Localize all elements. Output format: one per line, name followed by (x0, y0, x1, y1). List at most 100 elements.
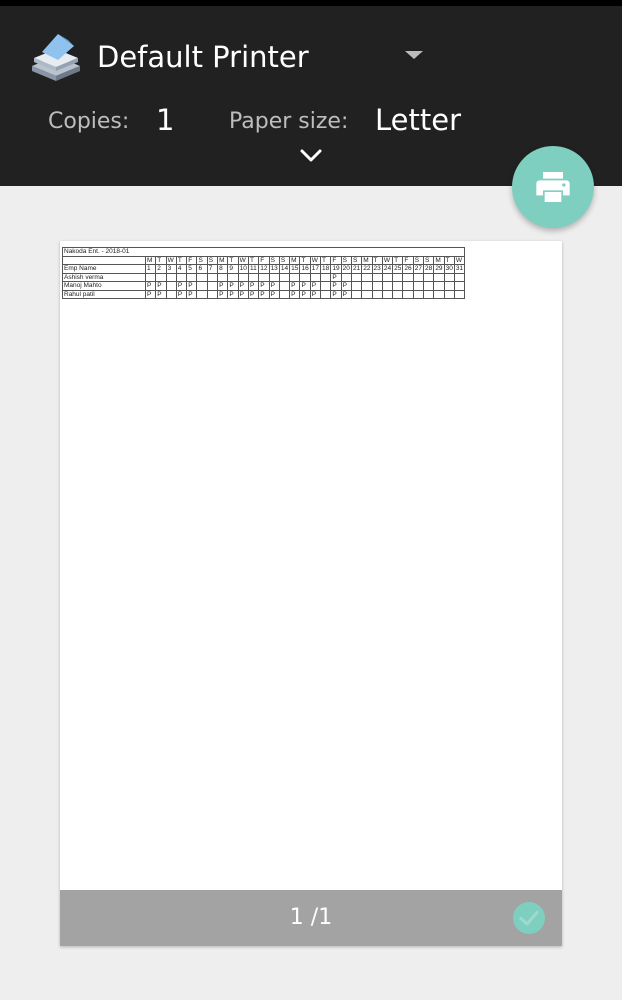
day-number-cell: 15 (289, 264, 301, 274)
weekday-cell: W (381, 255, 394, 265)
attendance-mark (453, 272, 466, 282)
attendance-mark (381, 272, 394, 282)
page-preview[interactable]: Nakoda Ent. - 2018-01 M T W T F S S M T W T F S S M T W T F… (60, 241, 562, 946)
weekday-cell: F (330, 255, 342, 265)
attendance-mark: P (330, 281, 342, 291)
weekday-cell: F (402, 255, 414, 265)
weekday-cell: W (237, 255, 249, 265)
attendance-mark (443, 281, 455, 291)
attendance-mark (392, 281, 404, 291)
attendance-mark (423, 289, 435, 299)
weekday-cell: M (361, 255, 373, 265)
weekday-cell: M (289, 255, 301, 265)
weekday-cell: F (258, 255, 270, 265)
attendance-mark (371, 281, 383, 291)
print-button[interactable] (512, 146, 594, 228)
weekday-cell: W (453, 255, 466, 265)
check-circle-icon[interactable] (512, 901, 546, 935)
attendance-mark (278, 281, 291, 291)
attendance-mark (289, 272, 301, 282)
employee-row: Manoj Mahto P P P P P P P P P P P P P P P (62, 281, 466, 291)
chevron-down-icon[interactable] (299, 148, 323, 164)
attendance-mark: P (299, 289, 311, 299)
weekday-cell: W (309, 255, 322, 265)
day-number-cell: 5 (186, 264, 198, 274)
copies-field[interactable]: 1 (156, 102, 174, 138)
day-number-cell: 12 (258, 264, 270, 274)
attendance-mark: P (186, 289, 198, 299)
weekday-cell: S (423, 255, 435, 265)
weekday-cell: S (412, 255, 425, 265)
attendance-mark (402, 289, 414, 299)
attendance-mark (412, 281, 425, 291)
day-number-cell: 10 (237, 264, 249, 274)
weekday-cell: F (186, 255, 198, 265)
attendance-mark (371, 289, 383, 299)
paper-size-selector[interactable]: Letter (375, 102, 461, 138)
employee-name: Manoj Mahto (62, 281, 146, 291)
attendance-mark (433, 281, 445, 291)
day-number-cell: 13 (268, 264, 280, 274)
attendance-mark: P (217, 289, 229, 299)
weekday-cell: S (278, 255, 291, 265)
page-counter: 1 /1 (289, 905, 333, 930)
attendance-mark (196, 289, 208, 299)
attendance-mark: P (340, 289, 352, 299)
attendance-mark (361, 289, 373, 299)
day-number-cell: 31 (453, 264, 466, 274)
day-number-cell: 4 (175, 264, 188, 274)
attendance-mark (196, 281, 208, 291)
day-number-cell: 30 (443, 264, 455, 274)
printer-selector[interactable]: Default Printer (97, 39, 309, 75)
employee-name: Ashish verma (62, 272, 146, 282)
attendance-mark: P (268, 289, 280, 299)
copies-label: Copies: (48, 109, 130, 134)
weekday-cell: M (433, 255, 445, 265)
day-number-cell: 9 (227, 264, 239, 274)
paper-size-label: Paper size: (229, 109, 349, 134)
attendance-mark: P (155, 289, 167, 299)
attendance-mark (433, 272, 445, 282)
attendance-mark (237, 272, 249, 282)
day-number-cell: 11 (247, 264, 260, 274)
weekday-cell: T (320, 255, 332, 265)
weekday-cell: T (155, 255, 167, 265)
weekday-cell: S (196, 255, 208, 265)
attendance-mark: P (247, 281, 260, 291)
weekday-cell: T (299, 255, 311, 265)
day-number-cell: 23 (371, 264, 383, 274)
day-number-cell: 8 (217, 264, 229, 274)
attendance-mark (433, 289, 445, 299)
attendance-mark (361, 272, 373, 282)
day-number-cell: 16 (299, 264, 311, 274)
attendance-mark (206, 272, 219, 282)
attendance-mark (412, 289, 425, 299)
attendance-mark (206, 281, 219, 291)
attendance-mark: P (175, 289, 188, 299)
attendance-mark: P (186, 281, 198, 291)
sheet-blank-cell (62, 255, 146, 265)
attendance-sheet-preview: Nakoda Ent. - 2018-01 M T W T F S S M T W T F S S M T W T F… (61, 247, 466, 299)
day-number-cell: 24 (381, 264, 394, 274)
attendance-mark: P (309, 281, 322, 291)
attendance-mark (402, 272, 414, 282)
attendance-mark (144, 272, 157, 282)
weekday-cell: M (217, 255, 229, 265)
weekday-cell: T (175, 255, 188, 265)
attendance-mark: P (309, 289, 322, 299)
print-icon (536, 172, 570, 202)
attendance-mark: P (340, 281, 352, 291)
attendance-mark: P (144, 289, 157, 299)
dropdown-arrow-icon[interactable] (403, 48, 425, 62)
attendance-mark (423, 272, 435, 282)
attendance-mark (165, 281, 177, 291)
employee-name: Rahul patil (62, 289, 146, 299)
attendance-mark: P (258, 281, 270, 291)
attendance-mark: P (144, 281, 157, 291)
attendance-mark: P (237, 281, 249, 291)
day-number-cell: 7 (206, 264, 219, 274)
attendance-mark (453, 289, 466, 299)
attendance-mark (217, 272, 229, 282)
weekday-cell: S (340, 255, 352, 265)
attendance-mark (320, 281, 332, 291)
